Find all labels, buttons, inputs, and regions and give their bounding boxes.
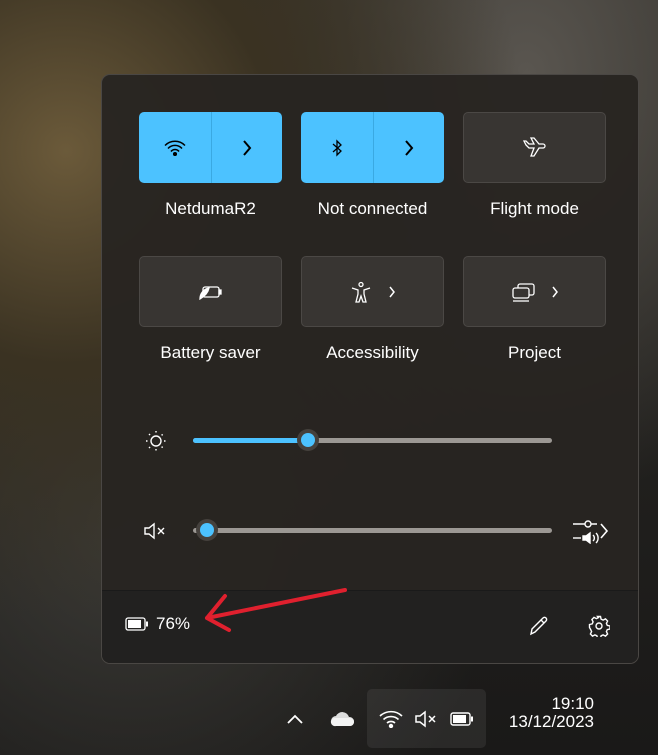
annotation-arrow: [205, 588, 347, 632]
volume-muted-icon[interactable]: [142, 519, 170, 543]
wifi-toggle[interactable]: [139, 112, 211, 183]
brightness-slider-thumb[interactable]: [296, 429, 319, 451]
audio-output-button[interactable]: [568, 517, 612, 545]
wifi-chevron-button[interactable]: [210, 112, 283, 183]
accessibility-tile[interactable]: [301, 256, 444, 327]
bluetooth-label: Not connected: [317, 199, 428, 218]
battery-saver-tile[interactable]: [139, 256, 282, 327]
battery-percent: 76%: [156, 614, 191, 633]
onedrive-icon[interactable]: [328, 708, 358, 730]
brightness-slider[interactable]: [193, 429, 552, 451]
audio-mixer-icon: [571, 518, 599, 544]
bluetooth-icon: [331, 138, 343, 157]
wifi-label: NetdumaR2: [165, 199, 256, 218]
airplane-icon: [522, 136, 547, 159]
volume-slider[interactable]: [193, 519, 552, 541]
wifi-icon: [164, 140, 186, 156]
system-tray-quick-settings-button[interactable]: [367, 689, 486, 748]
accessibility-icon: [350, 281, 372, 303]
pencil-icon: [528, 615, 550, 637]
wifi-icon: [379, 710, 403, 728]
brightness-icon: [144, 429, 168, 453]
gear-icon: [588, 615, 610, 637]
bluetooth-toggle[interactable]: [301, 112, 373, 183]
battery-status[interactable]: 76%: [125, 614, 190, 634]
quick-settings-footer: 76%: [102, 590, 638, 663]
chevron-right-icon: [551, 286, 559, 298]
bluetooth-chevron-button[interactable]: [372, 112, 445, 183]
chevron-right-icon: [599, 523, 609, 539]
battery-saver-icon: [198, 284, 224, 300]
brightness-slider-fill: [193, 438, 308, 443]
edit-button[interactable]: [524, 611, 554, 641]
clock-time: 19:10: [551, 694, 594, 713]
battery-icon: [450, 711, 474, 726]
battery-saver-label: Battery saver: [160, 343, 261, 362]
show-hidden-icons-button[interactable]: [283, 708, 307, 730]
volume-slider-thumb[interactable]: [196, 519, 218, 541]
quick-settings-panel: NetdumaR2 Not connected Flight mode Batt…: [101, 74, 639, 664]
chevron-up-icon: [287, 714, 303, 724]
chevron-right-icon: [388, 286, 396, 298]
bluetooth-tile[interactable]: [301, 112, 444, 183]
wifi-tile[interactable]: [139, 112, 282, 183]
settings-button[interactable]: [584, 611, 614, 641]
project-tile[interactable]: [463, 256, 606, 327]
accessibility-label: Accessibility: [326, 343, 419, 362]
clock-date: 13/12/2023: [508, 712, 594, 731]
battery-icon: [125, 617, 149, 631]
chevron-right-icon: [242, 139, 252, 156]
clock[interactable]: 19:10 13/12/2023: [498, 695, 594, 731]
flight-mode-label: Flight mode: [490, 199, 579, 218]
volume-muted-icon: [414, 709, 438, 728]
project-label: Project: [508, 343, 561, 362]
chevron-right-icon: [404, 139, 414, 156]
flight-mode-tile[interactable]: [463, 112, 606, 183]
project-icon: [511, 282, 537, 302]
